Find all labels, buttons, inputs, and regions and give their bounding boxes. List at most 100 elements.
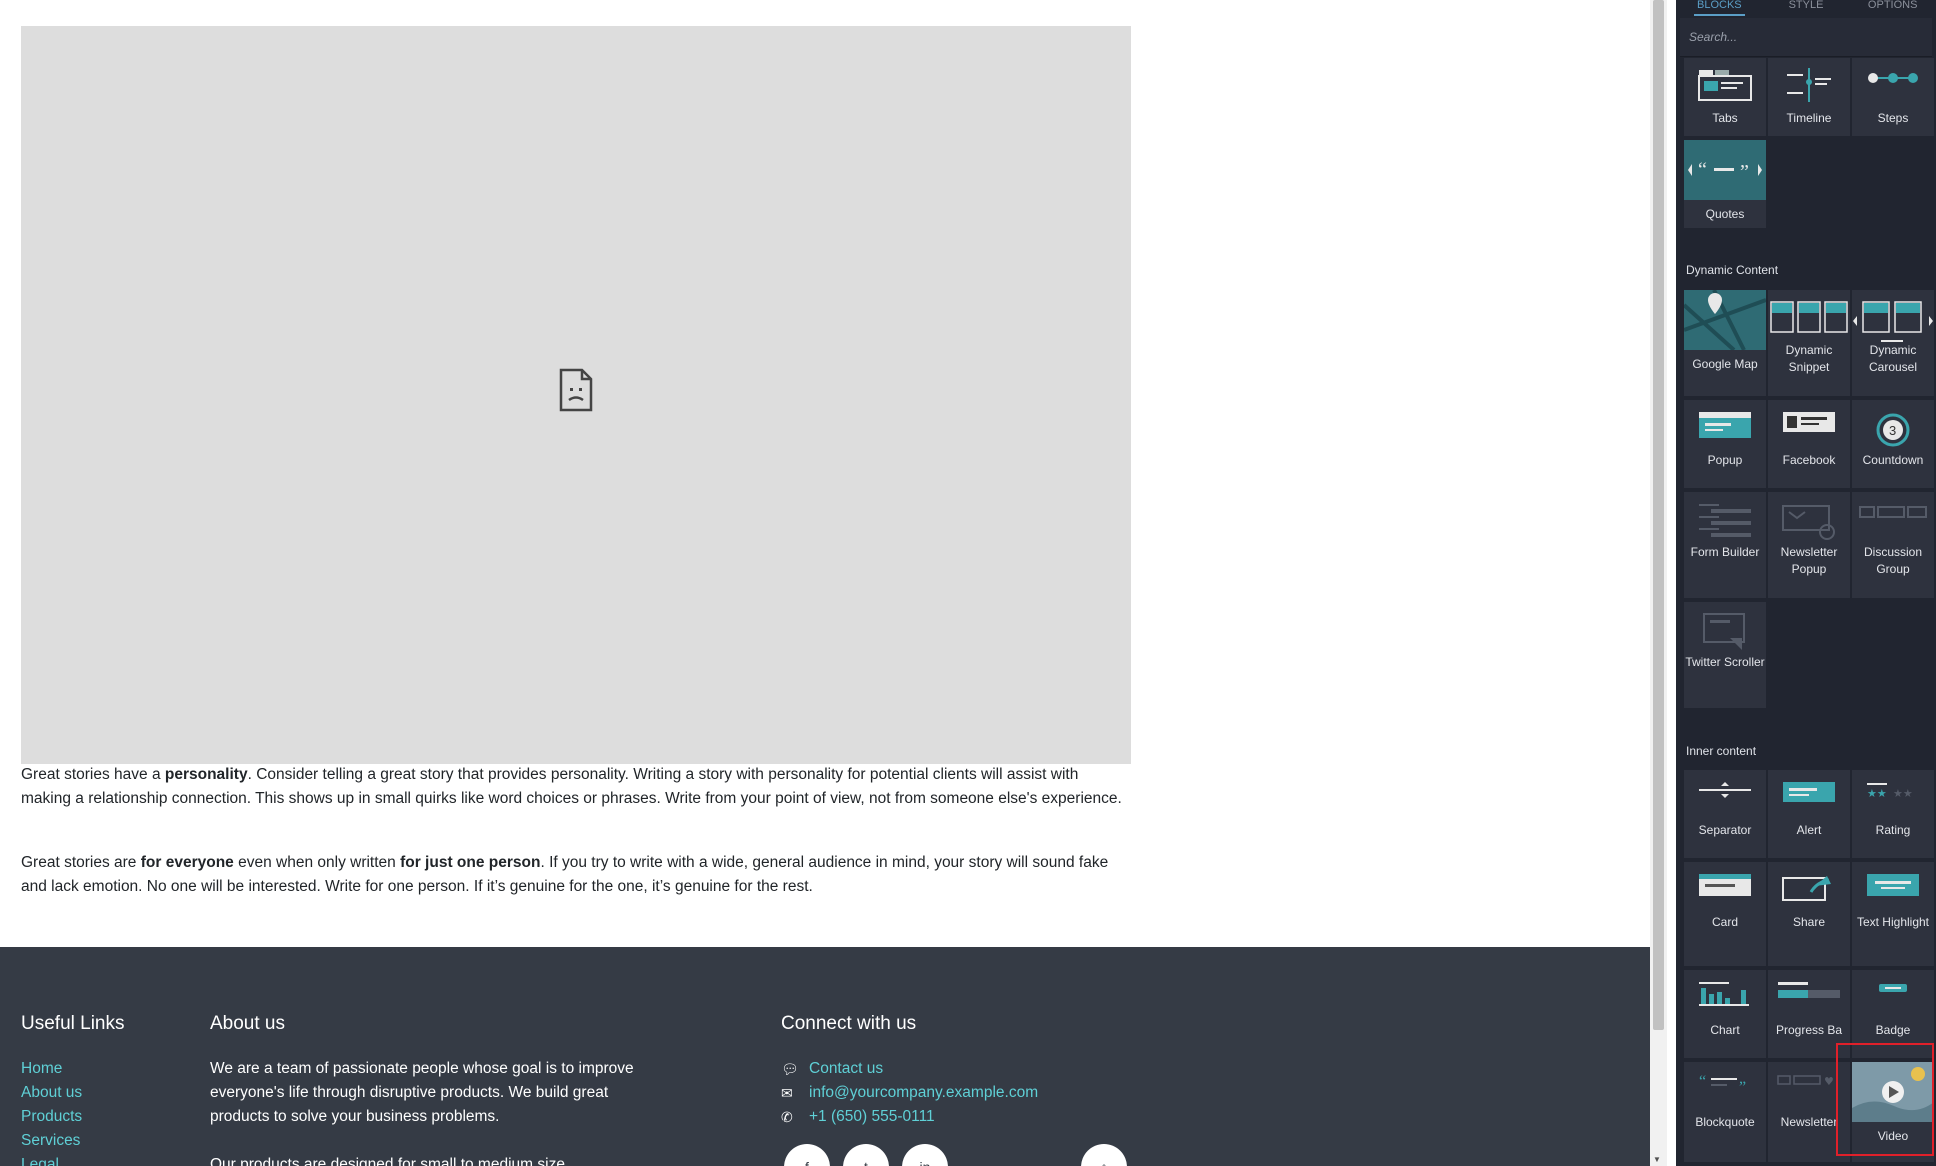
block-rating[interactable]: ★★ ★★ Rating [1852, 770, 1934, 858]
newsletter-thumbnail-icon: ♥ [1776, 1072, 1842, 1093]
block-label: Dynamic Snippet [1785, 343, 1833, 374]
editor-sidebar: BLOCKS STYLE OPTIONS Search... Tabs Timel… [1676, 0, 1936, 1166]
footer-link-home[interactable]: Home [21, 1057, 125, 1081]
footer-link-products[interactable]: Products [21, 1105, 125, 1129]
paragraph-2-run-4: for just one person [400, 854, 541, 871]
block-card[interactable]: Card [1684, 862, 1766, 966]
story-paragraph-2: Great stories are for everyone even when… [21, 851, 1131, 899]
block-form-builder[interactable]: Form Builder [1684, 492, 1766, 598]
block-facebook[interactable]: Facebook [1768, 400, 1850, 488]
story-paragraph-1: Great stories have a personality. Consid… [21, 763, 1131, 811]
block-label: Blockquote [1695, 1115, 1755, 1129]
block-discussion-group[interactable]: Discussion Group [1852, 492, 1934, 598]
paragraph-2-run-2: for everyone [140, 854, 234, 871]
block-label: Facebook [1782, 453, 1836, 467]
block-label: Quotes [1705, 207, 1745, 221]
alert-thumbnail-icon [1781, 780, 1837, 809]
block-label: Newsletter Popup [1780, 545, 1838, 576]
svg-text:♥: ♥ [1824, 1075, 1834, 1088]
block-share[interactable]: Share [1768, 862, 1850, 966]
paragraph-2-run-3: even when only written [233, 854, 401, 871]
block-label: Separator [1698, 823, 1752, 837]
block-chart[interactable]: Chart [1684, 970, 1766, 1058]
block-label: Twitter Scroller [1685, 655, 1765, 669]
scrollbar-thumb[interactable] [1653, 0, 1664, 1030]
separator-thumbnail-icon [1697, 780, 1753, 805]
block-text-highlight[interactable]: Text Highlight [1852, 862, 1934, 966]
block-countdown[interactable]: 3 Countdown [1852, 400, 1934, 488]
block-twitter-scroller[interactable]: Twitter Scroller [1684, 602, 1766, 708]
svg-text:★★: ★★ [1867, 787, 1887, 800]
home-icon[interactable]: ⌂ [1081, 1144, 1127, 1166]
block-label: Card [1711, 915, 1738, 929]
twitter-icon[interactable]: t [843, 1144, 889, 1166]
block-blockquote[interactable]: “” Blockquote [1684, 1062, 1766, 1162]
facebook-icon[interactable]: f [784, 1144, 830, 1166]
steps-thumbnail-icon [1865, 68, 1921, 93]
tab-blocks[interactable]: BLOCKS [1676, 0, 1763, 18]
about-text: We are a team of passionate people whose… [210, 1060, 634, 1125]
block-label: Popup [1707, 453, 1743, 467]
progress-ba-thumbnail-icon [1776, 980, 1842, 1007]
section-inner-content: Inner content [1686, 744, 1757, 758]
block-label: Alert [1796, 823, 1822, 837]
block-alert[interactable]: Alert [1768, 770, 1850, 858]
search-placeholder: Search... [1689, 30, 1738, 44]
footer-about: About us We are a team of passionate peo… [210, 1013, 670, 1166]
blockquote-thumbnail-icon: “” [1697, 1072, 1753, 1101]
scroll-down-arrow[interactable]: ▼ [1653, 1155, 1661, 1164]
footer-link-services[interactable]: Services [21, 1129, 125, 1153]
svg-text:”: ” [1740, 161, 1749, 183]
block-timeline[interactable]: Timeline [1768, 58, 1850, 136]
block-label: Rating [1875, 823, 1911, 837]
email-link[interactable]: ✉ info@yourcompany.example.com [781, 1081, 1038, 1105]
countdown-thumbnail-icon: 3 [1873, 410, 1913, 455]
quotes-thumbnail-icon: “” [1684, 140, 1766, 205]
twitter-scroller-thumbnail-icon [1700, 612, 1750, 657]
svg-text:”: ” [1739, 1079, 1746, 1096]
phone-link[interactable]: ✆ +1 (650) 555-0111 [781, 1105, 1038, 1129]
phone-label: +1 (650) 555-0111 [809, 1108, 935, 1125]
useful-links-title: Useful Links [21, 1013, 125, 1034]
footer-useful-links: Useful Links Home About us Products Serv… [21, 1013, 125, 1166]
svg-text:3: 3 [1889, 423, 1896, 438]
form-builder-thumbnail-icon [1697, 502, 1753, 547]
block-label: Countdown [1862, 453, 1924, 467]
svg-text:“: “ [1699, 1073, 1706, 1090]
contact-us-link[interactable]: 💬︎ Contact us [781, 1057, 1038, 1081]
paragraph-1-run-1: Great stories have a [21, 766, 165, 783]
block-dynamic-snippet[interactable]: Dynamic Snippet [1768, 290, 1850, 396]
block-popup[interactable]: Popup [1684, 400, 1766, 488]
tab-options[interactable]: OPTIONS [1849, 0, 1936, 18]
block-label: Text Highlight [1856, 915, 1930, 929]
block-separator[interactable]: Separator [1684, 770, 1766, 858]
envelope-icon: ✉ [781, 1085, 793, 1101]
svg-text:★★: ★★ [1893, 787, 1913, 800]
block-dynamic-carousel[interactable]: Dynamic Carousel [1852, 290, 1934, 396]
footer-link-about[interactable]: About us [21, 1081, 125, 1105]
block-label: Discussion Group [1863, 545, 1923, 576]
text-highlight-thumbnail-icon [1865, 872, 1921, 903]
discussion-group-thumbnail-icon [1858, 502, 1928, 527]
google-map-thumbnail-icon [1682, 289, 1767, 355]
block-label: Tabs [1712, 111, 1738, 125]
block-newsletter-popup[interactable]: Newsletter Popup [1768, 492, 1850, 598]
block-label: Google Map [1692, 357, 1758, 371]
block-tabs[interactable]: Tabs [1684, 58, 1766, 136]
phone-icon: ✆ [781, 1109, 793, 1125]
email-label: info@yourcompany.example.com [809, 1084, 1039, 1101]
block-quotes[interactable]: “” Quotes [1684, 140, 1766, 228]
tab-style[interactable]: STYLE [1763, 0, 1850, 18]
block-steps[interactable]: Steps [1852, 58, 1934, 136]
block-search-input[interactable]: Search... [1680, 18, 1932, 57]
block-google-map[interactable]: Google Map [1682, 289, 1767, 396]
linkedin-icon[interactable]: in [902, 1144, 948, 1166]
page-canvas: Great stories have a personality. Consid… [0, 0, 1650, 1166]
media-placeholder[interactable] [21, 26, 1131, 764]
footer-link-legal[interactable]: Legal [21, 1153, 125, 1166]
page-scrollbar[interactable]: ▼ [1650, 0, 1667, 1166]
connect-title: Connect with us [781, 1013, 917, 1034]
block-label: Steps [1877, 111, 1909, 125]
block-label: Timeline [1786, 111, 1832, 125]
popup-thumbnail-icon [1697, 410, 1753, 445]
